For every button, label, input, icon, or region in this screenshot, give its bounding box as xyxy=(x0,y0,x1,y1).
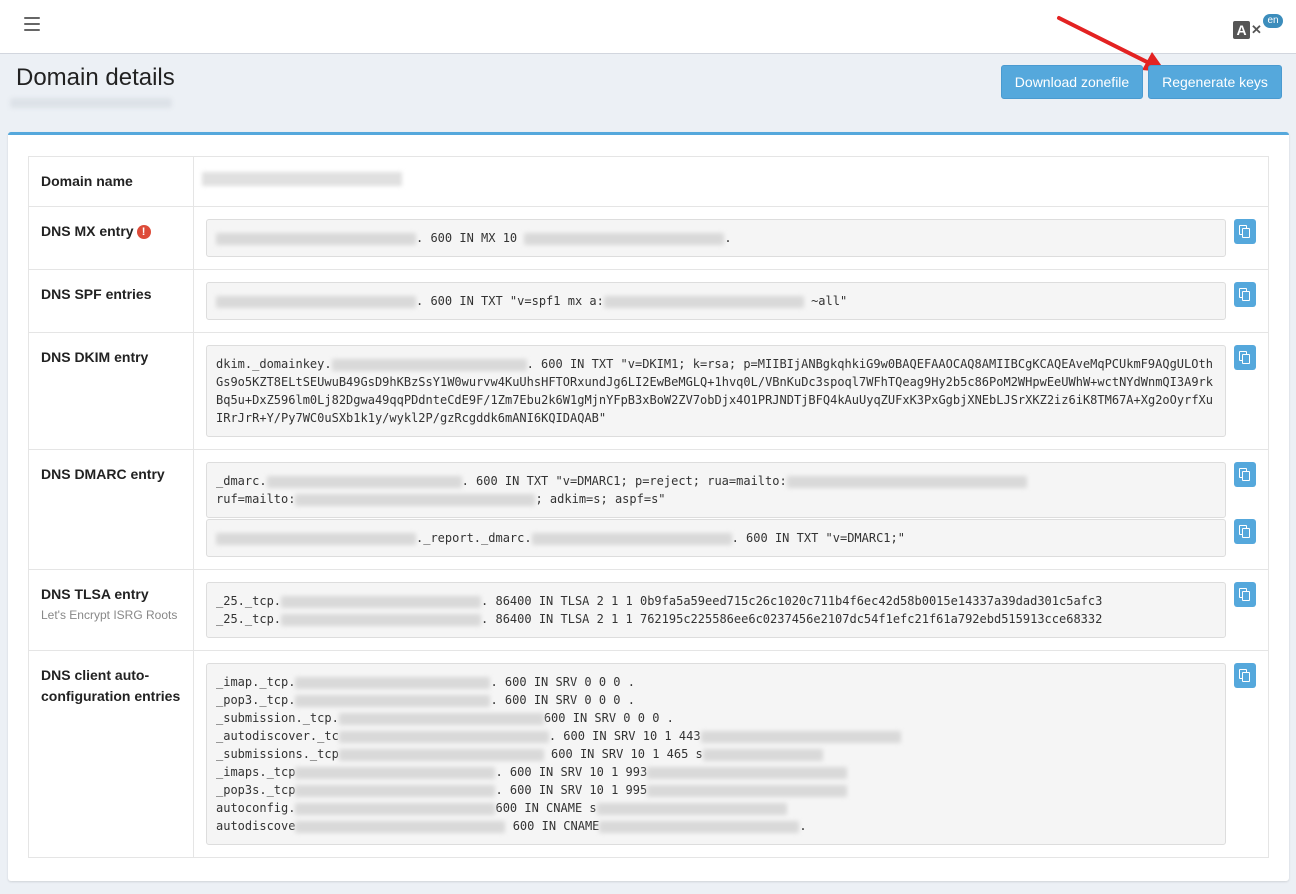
row-label: Domain name xyxy=(28,156,194,207)
row-label: DNS SPF entries xyxy=(28,269,194,333)
row-label: DNS DMARC entry xyxy=(28,449,194,570)
domain-details-panel: Domain name DNS MX entry! . 600 IN MX 10… xyxy=(8,132,1289,881)
row-label: DNS TLSA entry xyxy=(41,586,149,602)
spf-record[interactable]: . 600 IN TXT "v=spf1 mx a: ~all" xyxy=(206,282,1226,320)
page-title: Domain details xyxy=(16,64,175,91)
hamburger-icon[interactable] xyxy=(24,17,40,35)
copy-icon[interactable] xyxy=(1234,219,1256,244)
row-dns-autoconfig: DNS client auto-configuration entries _i… xyxy=(28,650,1269,858)
domain-subtitle-redacted xyxy=(10,98,172,108)
row-dns-spf: DNS SPF entries . 600 IN TXT "v=spf1 mx … xyxy=(28,269,1269,333)
copy-icon[interactable] xyxy=(1234,462,1256,487)
row-label: DNS MX entry xyxy=(41,223,134,239)
row-label: DNS DKIM entry xyxy=(28,332,194,450)
row-domain-name: Domain name xyxy=(28,156,1269,207)
autoconfig-record[interactable]: _imap._tcp.. 600 IN SRV 0 0 0 . _pop3._t… xyxy=(206,663,1226,845)
warning-icon: ! xyxy=(136,225,151,239)
domain-name-redacted xyxy=(202,172,402,186)
row-dns-mx: DNS MX entry! . 600 IN MX 10 . xyxy=(28,206,1269,270)
copy-icon[interactable] xyxy=(1234,663,1256,688)
copy-icon[interactable] xyxy=(1234,345,1256,370)
download-zonefile-button[interactable]: Download zonefile xyxy=(1001,65,1143,99)
details-table: Domain name DNS MX entry! . 600 IN MX 10… xyxy=(28,156,1269,858)
language-selector[interactable]: A ✕ en xyxy=(1233,14,1283,42)
translate-icon: ✕ xyxy=(1251,22,1262,37)
dmarc-record[interactable]: _dmarc.. 600 IN TXT "v=DMARC1; p=reject;… xyxy=(206,462,1226,518)
row-sublabel: Let's Encrypt ISRG Roots xyxy=(41,608,178,622)
dmarc-report-record[interactable]: ._report._dmarc.. 600 IN TXT "v=DMARC1;" xyxy=(206,519,1226,557)
language-icon: A xyxy=(1233,21,1250,39)
row-dns-tlsa: DNS TLSA entry Let's Encrypt ISRG Roots _… xyxy=(28,569,1269,651)
tlsa-record[interactable]: _25._tcp.. 86400 IN TLSA 2 1 1 0b9fa5a59… xyxy=(206,582,1226,638)
row-label: DNS client auto-configuration entries xyxy=(28,650,194,858)
copy-icon[interactable] xyxy=(1234,519,1256,544)
language-badge: en xyxy=(1263,14,1283,28)
row-dns-dmarc: DNS DMARC entry _dmarc.. 600 IN TXT "v=D… xyxy=(28,449,1269,570)
dkim-record[interactable]: dkim._domainkey.. 600 IN TXT "v=DKIM1; k… xyxy=(206,345,1226,437)
mx-record[interactable]: . 600 IN MX 10 . xyxy=(206,219,1226,257)
copy-icon[interactable] xyxy=(1234,582,1256,607)
regenerate-keys-button[interactable]: Regenerate keys xyxy=(1148,65,1282,99)
row-dns-dkim: DNS DKIM entry dkim._domainkey.. 600 IN … xyxy=(28,332,1269,450)
copy-icon[interactable] xyxy=(1234,282,1256,307)
